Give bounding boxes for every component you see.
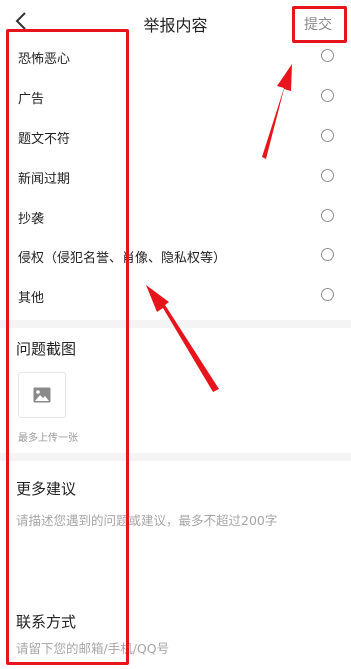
annotation-arrow-left <box>146 285 219 392</box>
annotation-arrow-up <box>262 64 292 159</box>
annotation-arrows <box>146 64 292 392</box>
